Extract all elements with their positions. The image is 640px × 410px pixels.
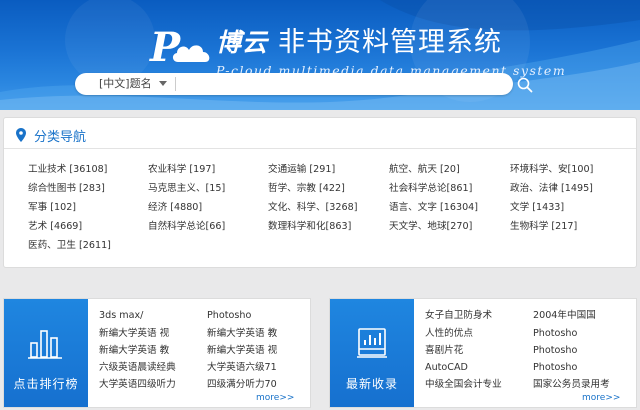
latest-title: 最新收录 — [345, 377, 398, 391]
category-item[interactable]: 医药、卫生 [2611] — [28, 240, 111, 252]
search-scope-select[interactable]: [中文]题名 — [89, 73, 169, 95]
category-item[interactable]: 航空、航天 [20] — [389, 164, 460, 176]
category-item[interactable]: 天文学、地球[270] — [389, 221, 472, 233]
latest-item[interactable]: 国家公务员录用考 — [533, 379, 610, 391]
category-item[interactable]: 农业科学 [197] — [148, 164, 215, 176]
category-item[interactable]: 综合性图书 [283] — [28, 183, 105, 195]
ranking-item[interactable]: Photosho — [207, 310, 251, 322]
category-item[interactable]: 数理科学和化[863] — [268, 221, 351, 233]
latest-item[interactable]: Photosho — [533, 345, 577, 357]
site-title-main: 非书资料管理系统 — [278, 27, 503, 58]
category-navigation-panel: 分类导航 工业技术 [36108] 农业科学 [197] 交通运输 [291] … — [3, 117, 637, 268]
ranking-item[interactable]: 六级英语晨读经典 — [99, 362, 176, 374]
category-item[interactable]: 哲学、宗教 [422] — [268, 183, 345, 195]
ranking-item[interactable]: 大学英语四级听力 — [99, 379, 176, 391]
latest-banner[interactable]: 最新收录 — [330, 299, 414, 407]
ranking-title: 点击排行榜 — [13, 377, 79, 391]
category-divider — [4, 148, 636, 149]
ranking-more-link[interactable]: more>> — [256, 393, 294, 403]
category-title: 分类导航 — [34, 129, 87, 145]
ranking-item[interactable]: 新编大学英语 教 — [99, 345, 169, 357]
ranking-item[interactable]: 新编大学英语 视 — [99, 328, 169, 340]
category-item[interactable]: 生物科学 [217] — [510, 221, 577, 233]
category-item[interactable]: 社会科学总论[861] — [389, 183, 472, 195]
category-item[interactable]: 交通运输 [291] — [268, 164, 335, 176]
latest-item[interactable]: AutoCAD — [425, 362, 468, 374]
ranking-item[interactable]: 新编大学英语 教 — [207, 328, 277, 340]
latest-item[interactable]: 2004年中国国 — [533, 310, 596, 322]
category-item[interactable]: 工业技术 [36108] — [28, 164, 107, 176]
category-item[interactable]: 马克思主义、[15] — [148, 183, 225, 195]
ranking-item[interactable]: 大学英语六级71 — [207, 362, 277, 374]
latest-panel: 最新收录 女子自卫防身术 人性的优点 喜剧片花 AutoCAD 中级全国会计专业… — [329, 298, 637, 408]
latest-item[interactable]: 中级全国会计专业 — [425, 379, 502, 391]
chevron-down-icon — [159, 81, 167, 86]
category-item[interactable]: 环境科学、安[100] — [510, 164, 593, 176]
category-item[interactable]: 文学 [1433] — [510, 202, 564, 214]
search-bar: [中文]题名 — [75, 73, 513, 95]
search-input[interactable] — [179, 75, 505, 93]
ranking-banner[interactable]: 点击排行榜 — [4, 299, 88, 407]
search-icon[interactable] — [516, 76, 534, 94]
category-header: 分类导航 — [16, 126, 87, 145]
category-item[interactable]: 政治、法律 [1495] — [510, 183, 593, 195]
latest-item[interactable]: 女子自卫防身术 — [425, 310, 492, 322]
site-title-prefix: 博云 — [216, 28, 269, 57]
ranking-item[interactable]: 新编大学英语 视 — [207, 345, 277, 357]
category-item[interactable]: 文化、科学、[3268] — [268, 202, 357, 214]
cloud-icon — [172, 45, 210, 62]
location-pin-icon — [16, 128, 26, 142]
category-item[interactable]: 语言、文字 [16304] — [389, 202, 478, 214]
bar-chart-icon — [28, 330, 62, 359]
search-scope-value: [中文]题名 — [99, 77, 152, 90]
category-item[interactable]: 自然科学总论[66] — [148, 221, 225, 233]
category-item[interactable]: 经济 [4880] — [148, 202, 202, 214]
latest-item[interactable]: 喜剧片花 — [425, 345, 463, 357]
ranking-item[interactable]: 3ds max/ — [99, 310, 143, 322]
ranking-panel: 点击排行榜 3ds max/ 新编大学英语 视 新编大学英语 教 六级英语晨读经… — [3, 298, 311, 408]
latest-item[interactable]: 人性的优点 — [425, 328, 473, 340]
latest-item[interactable]: Photosho — [533, 328, 577, 340]
site-title: 博云 非书资料管理系统 — [216, 29, 502, 56]
book-chart-icon — [357, 328, 387, 358]
logo: P — [150, 26, 220, 76]
search-divider — [175, 77, 176, 91]
latest-more-link[interactable]: more>> — [582, 393, 620, 403]
latest-item[interactable]: Photosho — [533, 362, 577, 374]
header-banner: P 博云 非书资料管理系统 P-cloud multimedia data man… — [0, 0, 640, 110]
ranking-item[interactable]: 四级满分听力70 — [207, 379, 277, 391]
category-item[interactable]: 艺术 [4669] — [28, 221, 82, 233]
category-item[interactable]: 军事 [102] — [28, 202, 76, 214]
